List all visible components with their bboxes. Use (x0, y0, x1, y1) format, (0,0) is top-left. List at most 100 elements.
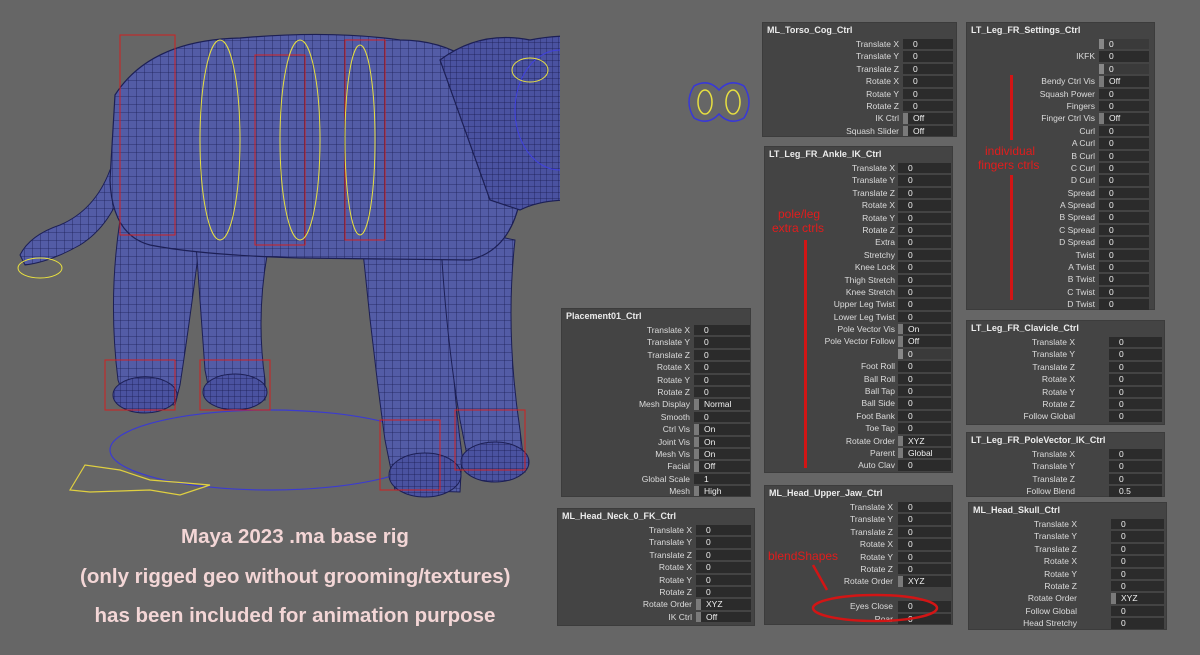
channel-value-field[interactable]: XYZ (696, 599, 751, 610)
channel-row[interactable]: Bendy Ctrl Vis Off (967, 75, 1154, 87)
channel-row[interactable]: Ball Roll 0 (765, 373, 952, 385)
channel-row[interactable]: D Twist 0 (967, 298, 1154, 310)
channel-row[interactable]: Rotate Z 0 (562, 386, 750, 398)
channel-value-field[interactable]: 0 (696, 537, 751, 548)
channel-row[interactable]: Translate Z0 (765, 187, 952, 199)
channel-row[interactable]: Follow Global 0 (969, 605, 1166, 617)
channel-row[interactable]: Translate Z0 (967, 473, 1164, 485)
channel-row[interactable]: Mesh High (562, 485, 750, 497)
channel-row[interactable]: Knee Stretch 0 (765, 286, 952, 298)
channel-row[interactable]: Translate Y0 (558, 536, 754, 548)
channel-value-field[interactable]: 0 (1109, 386, 1162, 397)
channel-value-field[interactable]: 0 (898, 237, 951, 248)
channel-value-field[interactable]: 0 (694, 411, 750, 423)
channel-row[interactable]: Spread 0 (967, 187, 1154, 199)
channel-value-field[interactable]: 0 (1099, 274, 1149, 285)
channel-row[interactable]: Squash Slider Off (763, 125, 956, 137)
channel-value-field[interactable]: 0 (898, 187, 951, 199)
channel-row[interactable]: IK Ctrl Off (558, 611, 754, 623)
channel-value-field[interactable]: 0 (1111, 543, 1164, 555)
channel-row[interactable]: Rotate Order XYZ (969, 592, 1166, 604)
channel-value-field[interactable]: 0 (1109, 374, 1162, 385)
channel-value-field[interactable]: Off (903, 125, 953, 137)
channel-value-field[interactable]: 0 (1111, 556, 1164, 567)
panel-head-skull[interactable]: ML_Head_Skull_Ctrl Translate X 0 Translate… (968, 502, 1167, 630)
channel-value-field[interactable]: 0 (1099, 200, 1149, 211)
channel-row[interactable]: Follow Blend 0.5 (967, 485, 1164, 497)
channel-row[interactable]: Rotate X 0 (562, 361, 750, 373)
channel-row[interactable]: Translate Y0 (967, 348, 1164, 360)
channel-value-field[interactable]: 0 (903, 63, 953, 75)
channel-value-field[interactable]: 0 (1099, 187, 1149, 199)
channel-value-field[interactable]: XYZ (1111, 593, 1164, 604)
channel-value-field[interactable]: 0 (1099, 162, 1149, 174)
channel-row[interactable]: 0 (967, 38, 1154, 50)
channel-value-field[interactable]: 0 (1099, 63, 1149, 75)
channel-value-field[interactable]: 0 (1111, 618, 1164, 629)
channel-row[interactable]: Toe Tap 0 (765, 422, 952, 434)
channel-value-field[interactable]: 0 (898, 386, 951, 397)
channel-value-field[interactable]: 0 (696, 549, 751, 561)
channel-value-field[interactable]: 0 (898, 224, 951, 236)
channel-row[interactable]: Fingers 0 (967, 100, 1154, 112)
channel-row[interactable]: Ball Tap 0 (765, 385, 952, 397)
channel-value-field[interactable]: 0 (1109, 349, 1162, 360)
channel-value-field[interactable]: 0 (1099, 51, 1149, 62)
channel-row[interactable]: Mesh Vis On (562, 448, 750, 460)
channel-row[interactable]: Translate X0 (763, 38, 956, 50)
channel-value-field[interactable]: 0 (898, 249, 951, 261)
channel-row[interactable]: Foot Roll 0 (765, 360, 952, 372)
channel-value-field[interactable]: Global (898, 447, 951, 459)
channel-row[interactable]: Finger Ctrl Vis Off (967, 112, 1154, 124)
channel-row[interactable]: Rotate Order XYZ (765, 435, 952, 447)
channel-value-field[interactable]: 0 (898, 200, 951, 211)
channel-row[interactable]: Joint Vis On (562, 436, 750, 448)
channel-row[interactable]: Mesh Display Normal (562, 398, 750, 410)
channel-row[interactable]: Translate X0 (765, 501, 952, 513)
channel-row[interactable]: Ball Side 0 (765, 397, 952, 409)
channel-row[interactable]: Rotate X 0 (558, 561, 754, 573)
channel-value-field[interactable]: 0 (694, 337, 750, 348)
channel-value-field[interactable]: 0 (898, 539, 951, 550)
channel-row[interactable]: Translate Z0 (562, 349, 750, 361)
channel-value-field[interactable]: 0 (1109, 398, 1162, 410)
channel-row[interactable]: B Spread 0 (967, 211, 1154, 223)
channel-row[interactable]: Translate Y0 (763, 50, 956, 62)
channel-value-field[interactable]: 0 (1109, 473, 1162, 485)
channel-value-field[interactable]: 0 (1099, 299, 1149, 310)
channel-row[interactable]: Rotate X 0 (969, 555, 1166, 567)
channel-value-field[interactable]: 0 (1111, 580, 1164, 592)
channel-value-field[interactable]: 0 (1111, 605, 1164, 617)
channel-row[interactable]: Translate X0 (765, 162, 952, 174)
channel-row[interactable]: Translate X0 (562, 324, 750, 336)
channel-row[interactable]: Translate X0 (967, 336, 1164, 348)
channel-value-field[interactable]: 0 (898, 212, 951, 223)
panel-head-neck[interactable]: ML_Head_Neck_0_FK_Ctrl Translate X 0 Trans… (557, 508, 755, 626)
channel-row[interactable]: Head Stretchy 0 (969, 617, 1166, 629)
channel-value-field[interactable]: 0.5 (1109, 486, 1162, 497)
channel-value-field[interactable]: 0 (1099, 286, 1149, 298)
channel-row[interactable]: Rotate Z 0 (969, 580, 1166, 592)
channel-value-field[interactable]: 0 (903, 88, 953, 99)
channel-row[interactable]: Translate Z0 (967, 361, 1164, 373)
channel-row[interactable]: Global Scale 1 (562, 473, 750, 485)
channel-row[interactable]: D Curl 0 (967, 174, 1154, 186)
channel-row[interactable]: Rotate X 0 (763, 75, 956, 87)
channel-value-field[interactable]: 0 (898, 175, 951, 186)
channel-row[interactable]: Rotate Y 0 (967, 386, 1164, 398)
panel-ankle-ik[interactable]: LT_Leg_FR_Ankle_IK_Ctrl Translate X 0 Tran… (764, 146, 953, 473)
channel-row[interactable]: Twist 0 (967, 249, 1154, 261)
channel-row[interactable]: IKFK 0 (967, 50, 1154, 62)
channel-row[interactable]: Pole Vector Vis On (765, 323, 952, 335)
channel-value-field[interactable]: On (694, 448, 750, 460)
channel-row[interactable]: Translate Z0 (763, 63, 956, 75)
channel-value-field[interactable]: 0 (1111, 531, 1164, 542)
channel-value-field[interactable]: 0 (903, 51, 953, 62)
channel-value-field[interactable]: 0 (898, 526, 951, 538)
channel-row[interactable]: Translate Y0 (765, 174, 952, 186)
channel-value-field[interactable]: 0 (898, 163, 951, 174)
channel-value-field[interactable]: 0 (1099, 175, 1149, 186)
channel-value-field[interactable]: 0 (898, 502, 951, 513)
channel-value-field[interactable]: 0 (1099, 212, 1149, 223)
channel-value-field[interactable]: Off (1099, 76, 1149, 87)
